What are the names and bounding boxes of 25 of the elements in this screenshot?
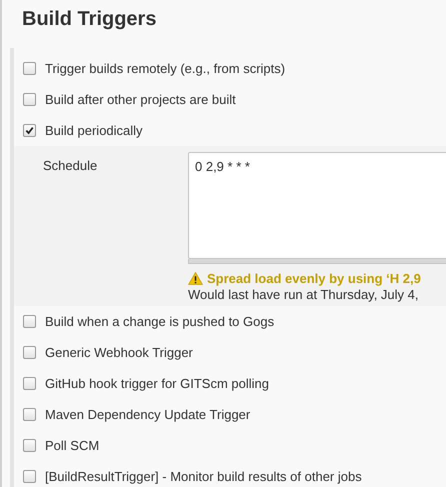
checkbox-label[interactable]: Generic Webhook Trigger <box>45 345 193 360</box>
schedule-field[interactable]: 0 2,9 * * * <box>188 152 446 260</box>
field-label: Schedule <box>43 157 98 175</box>
checkbox[interactable] <box>23 470 36 483</box>
checkbox-label[interactable]: Build after other projects are built <box>45 92 236 107</box>
checkbox-label[interactable]: Build periodically <box>45 123 143 138</box>
warning-message: Spread load evenly by using ‘H 2,9 <box>207 270 421 286</box>
checkbox-label[interactable]: Maven Dependency Update Trigger <box>45 407 250 422</box>
checkbox[interactable] <box>23 377 36 390</box>
schedule-info: Would last have run at Thursday, July 4, <box>188 287 420 302</box>
checkbox[interactable] <box>23 62 36 75</box>
checkbox-label[interactable]: Poll SCM <box>45 438 100 453</box>
checkbox-label[interactable]: [BuildResultTrigger] - Monitor build results of other jobs <box>45 469 362 484</box>
checkbox-label[interactable]: GitHub hook trigger for GITScm polling <box>45 376 269 391</box>
warning-icon <box>188 272 203 285</box>
checkbox[interactable] <box>23 124 36 137</box>
checkbox[interactable] <box>23 315 36 328</box>
section-title: Build Triggers <box>21 7 158 32</box>
checkbox-label[interactable]: Build when a change is pushed to Gogs <box>45 314 274 329</box>
checkbox[interactable] <box>23 408 36 421</box>
checkbox[interactable] <box>23 439 36 452</box>
checkbox[interactable] <box>23 346 36 359</box>
checkbox-label[interactable]: Trigger builds remotely (e.g., from scripts) <box>45 61 286 76</box>
resize-handle[interactable] <box>188 259 446 264</box>
checkbox[interactable] <box>23 93 36 106</box>
